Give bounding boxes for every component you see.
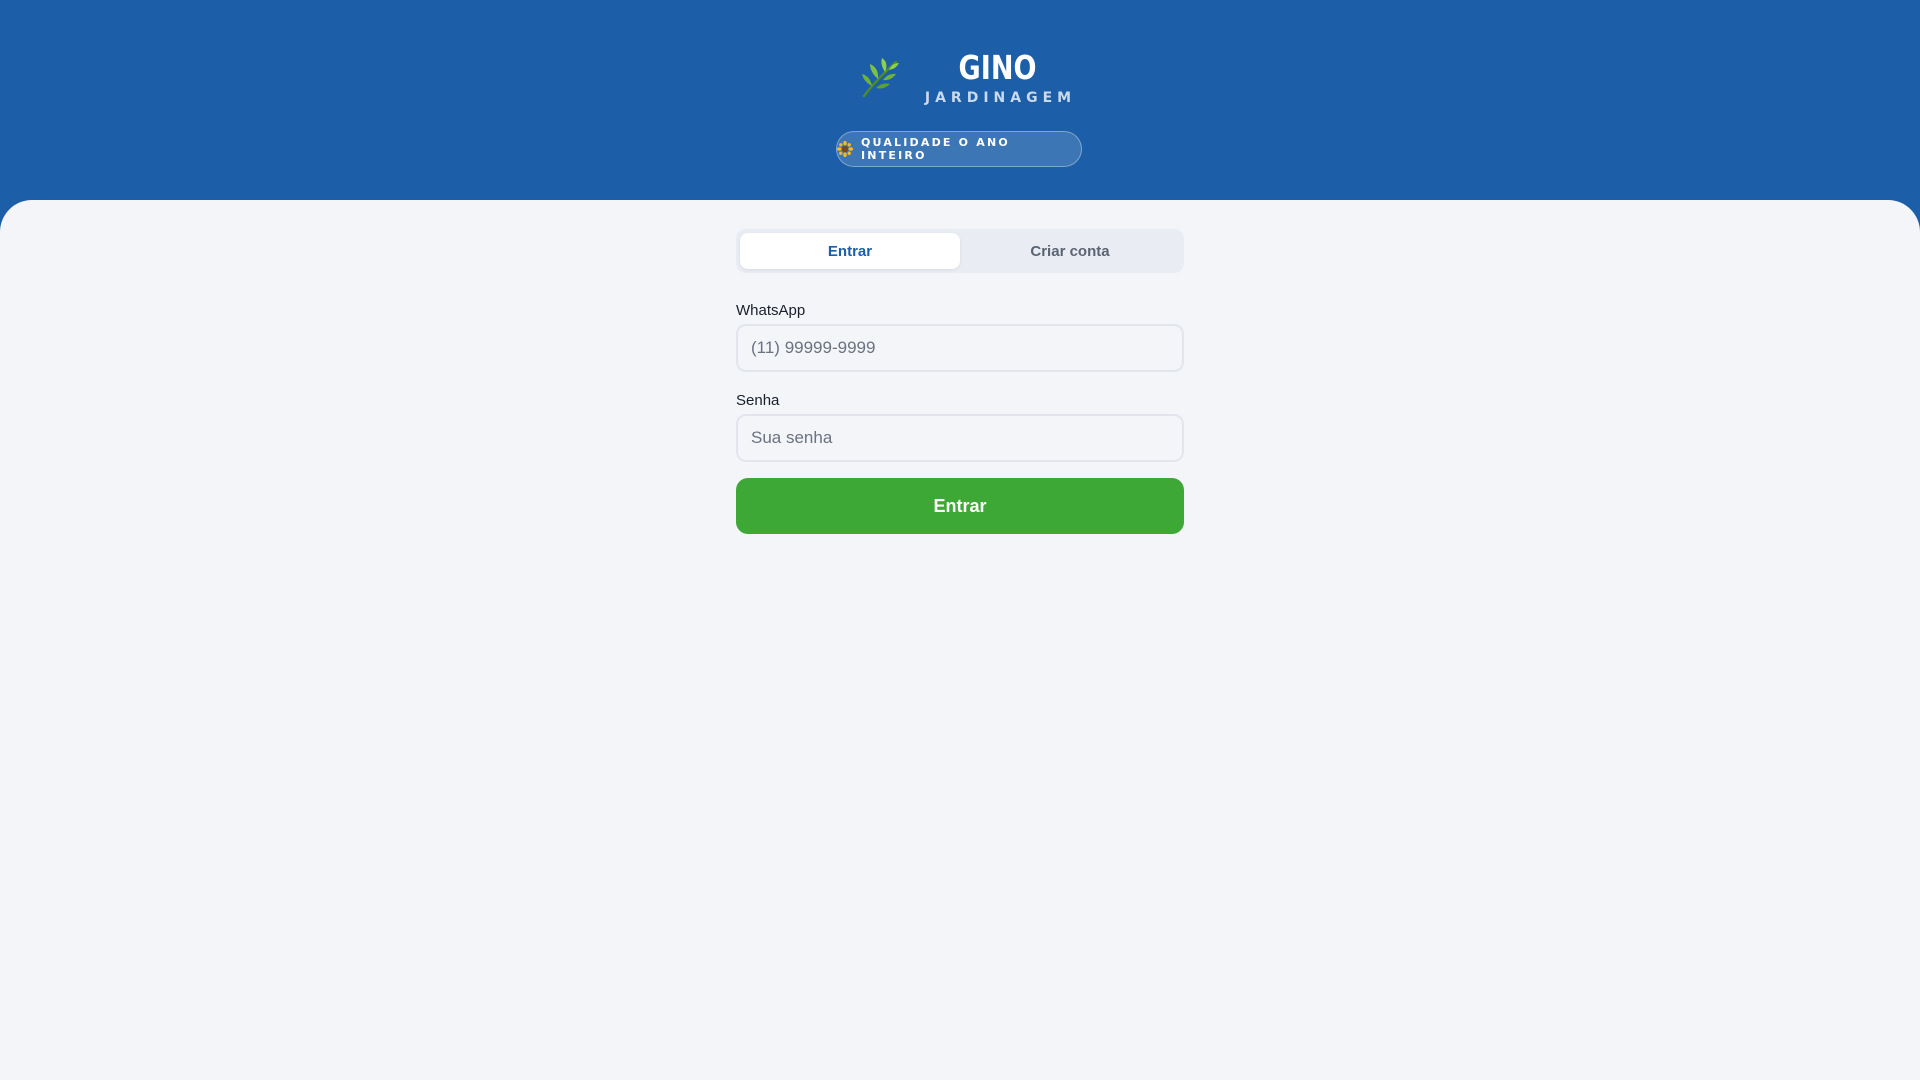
password-label: Senha bbox=[736, 392, 780, 409]
login-submit-button[interactable]: Entrar bbox=[736, 478, 1184, 534]
tab-create-account[interactable]: Criar conta bbox=[960, 233, 1180, 269]
brand-logo: GINO JARDINAGEM bbox=[854, 48, 1076, 107]
login-form: Entrar Criar conta WhatsApp Senha Entrar bbox=[736, 229, 1184, 534]
main-content: Entrar Criar conta WhatsApp Senha Entrar bbox=[0, 200, 1920, 1080]
sunflower-icon bbox=[837, 141, 853, 157]
brand-text: GINO JARDINAGEM bbox=[920, 48, 1076, 107]
header: GINO JARDINAGEM QUALIDADE O ANO INTEIRO bbox=[0, 0, 1920, 200]
tagline-badge: QUALIDADE O ANO INTEIRO bbox=[836, 131, 1082, 167]
brand-subtitle: JARDINAGEM bbox=[924, 90, 1077, 106]
password-input[interactable] bbox=[736, 414, 1184, 462]
tagline-text: QUALIDADE O ANO INTEIRO bbox=[861, 136, 1010, 162]
brand: GINO JARDINAGEM bbox=[0, 48, 1920, 107]
auth-tabs: Entrar Criar conta bbox=[736, 229, 1184, 273]
tab-login[interactable]: Entrar bbox=[740, 233, 960, 269]
whatsapp-input[interactable] bbox=[736, 324, 1184, 372]
leaf-icon bbox=[854, 52, 906, 104]
brand-title: GINO bbox=[959, 48, 1037, 87]
whatsapp-label: WhatsApp bbox=[736, 302, 806, 319]
